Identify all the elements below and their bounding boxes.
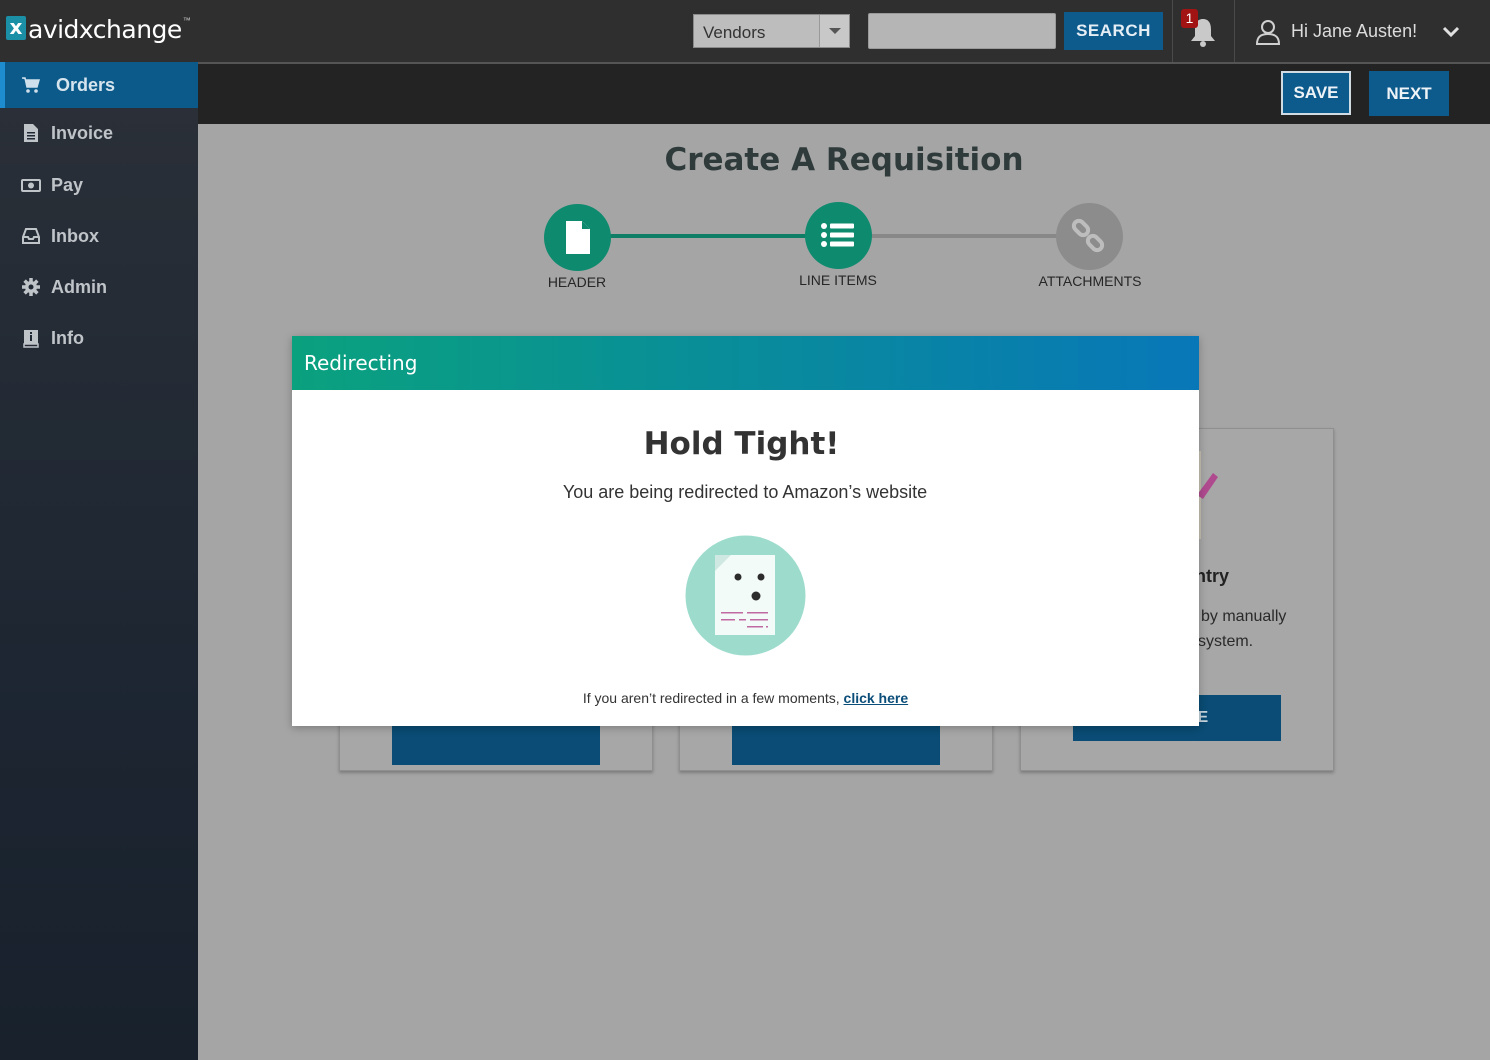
cart-icon (22, 77, 40, 93)
document-icon (566, 221, 590, 254)
chevron-down-icon[interactable] (1442, 26, 1460, 38)
sidebar-item-invoice[interactable]: Invoice (0, 110, 198, 156)
sidebar-item-orders[interactable]: Orders (0, 62, 198, 108)
card-title: ntry (1195, 566, 1230, 586)
info-book-icon (23, 330, 39, 348)
card-description: by manually (1201, 608, 1287, 625)
logo-trademark: ™ (182, 16, 191, 25)
modal-footer-text: If you aren’t redirected in a few moment… (582, 690, 844, 706)
sidebar-item-info[interactable]: Info (0, 315, 198, 361)
step-label: HEADER (547, 274, 607, 290)
sidebar-item-label: Info (51, 327, 84, 348)
sidebar-item-pay[interactable]: Pay (0, 162, 198, 208)
notification-badge: 1 (1181, 9, 1198, 28)
search-scope-select[interactable]: Vendors (693, 14, 850, 48)
step-label: LINE ITEMS (799, 272, 877, 288)
modal-footer: If you aren’t redirected in a few moment… (292, 690, 1199, 706)
list-icon (821, 223, 854, 247)
logo[interactable]: x avidxchange ™ (6, 16, 191, 44)
gear-icon (22, 278, 40, 296)
next-button[interactable]: NEXT (1369, 71, 1449, 116)
header-divider (1172, 0, 1173, 62)
modal-heading: Hold Tight! (643, 426, 840, 462)
modal-title: Redirecting (304, 351, 418, 375)
link-icon (1071, 218, 1105, 253)
document-icon (24, 124, 38, 142)
search-scope-value: Vendors (703, 23, 766, 42)
step-label: ATTACHMENTS (1038, 273, 1142, 289)
sidebar-item-inbox[interactable]: Inbox (0, 213, 198, 259)
modal-message: You are being redirected to Amazon’s web… (562, 482, 928, 502)
money-icon (21, 179, 41, 192)
sidebar-item-label: Invoice (51, 122, 114, 143)
user-avatar-icon[interactable] (1255, 19, 1281, 45)
document-illustration-icon (685, 535, 806, 656)
sidebar-item-label: Inbox (51, 225, 99, 246)
sidebar-item-label: Orders (56, 74, 116, 95)
redirect-modal: Redirecting Hold Tight! You are being re… (292, 336, 1199, 726)
logo-text: avidxchange (28, 15, 182, 44)
header-divider (1234, 0, 1235, 62)
search-button[interactable]: SEARCH (1064, 12, 1163, 50)
sidebar-item-admin[interactable]: Admin (0, 264, 198, 310)
search-input[interactable] (868, 13, 1056, 49)
modal-header: Redirecting (292, 336, 1199, 390)
sidebar: Orders Invoice Pay Inbox Admin Info (0, 62, 198, 1060)
step-header[interactable] (544, 204, 611, 271)
user-greeting[interactable]: Hi Jane Austen! (1291, 21, 1417, 42)
step-line-items[interactable] (805, 202, 872, 269)
save-button[interactable]: SAVE (1281, 71, 1351, 115)
step-attachments[interactable] (1056, 203, 1123, 270)
inbox-icon (22, 228, 40, 244)
logo-mark: x (6, 16, 26, 40)
top-bar: x avidxchange ™ Vendors SEARCH 1 Hi Jane… (0, 0, 1490, 62)
search-scope-dropdown-button[interactable] (819, 15, 849, 47)
sidebar-item-label: Admin (51, 276, 107, 297)
page-title: Create A Requisition (664, 142, 1024, 178)
caret-down-icon (829, 28, 841, 34)
card-description: system. (1198, 633, 1254, 650)
click-here-link[interactable]: click here (844, 690, 909, 706)
sidebar-item-label: Pay (51, 174, 84, 195)
